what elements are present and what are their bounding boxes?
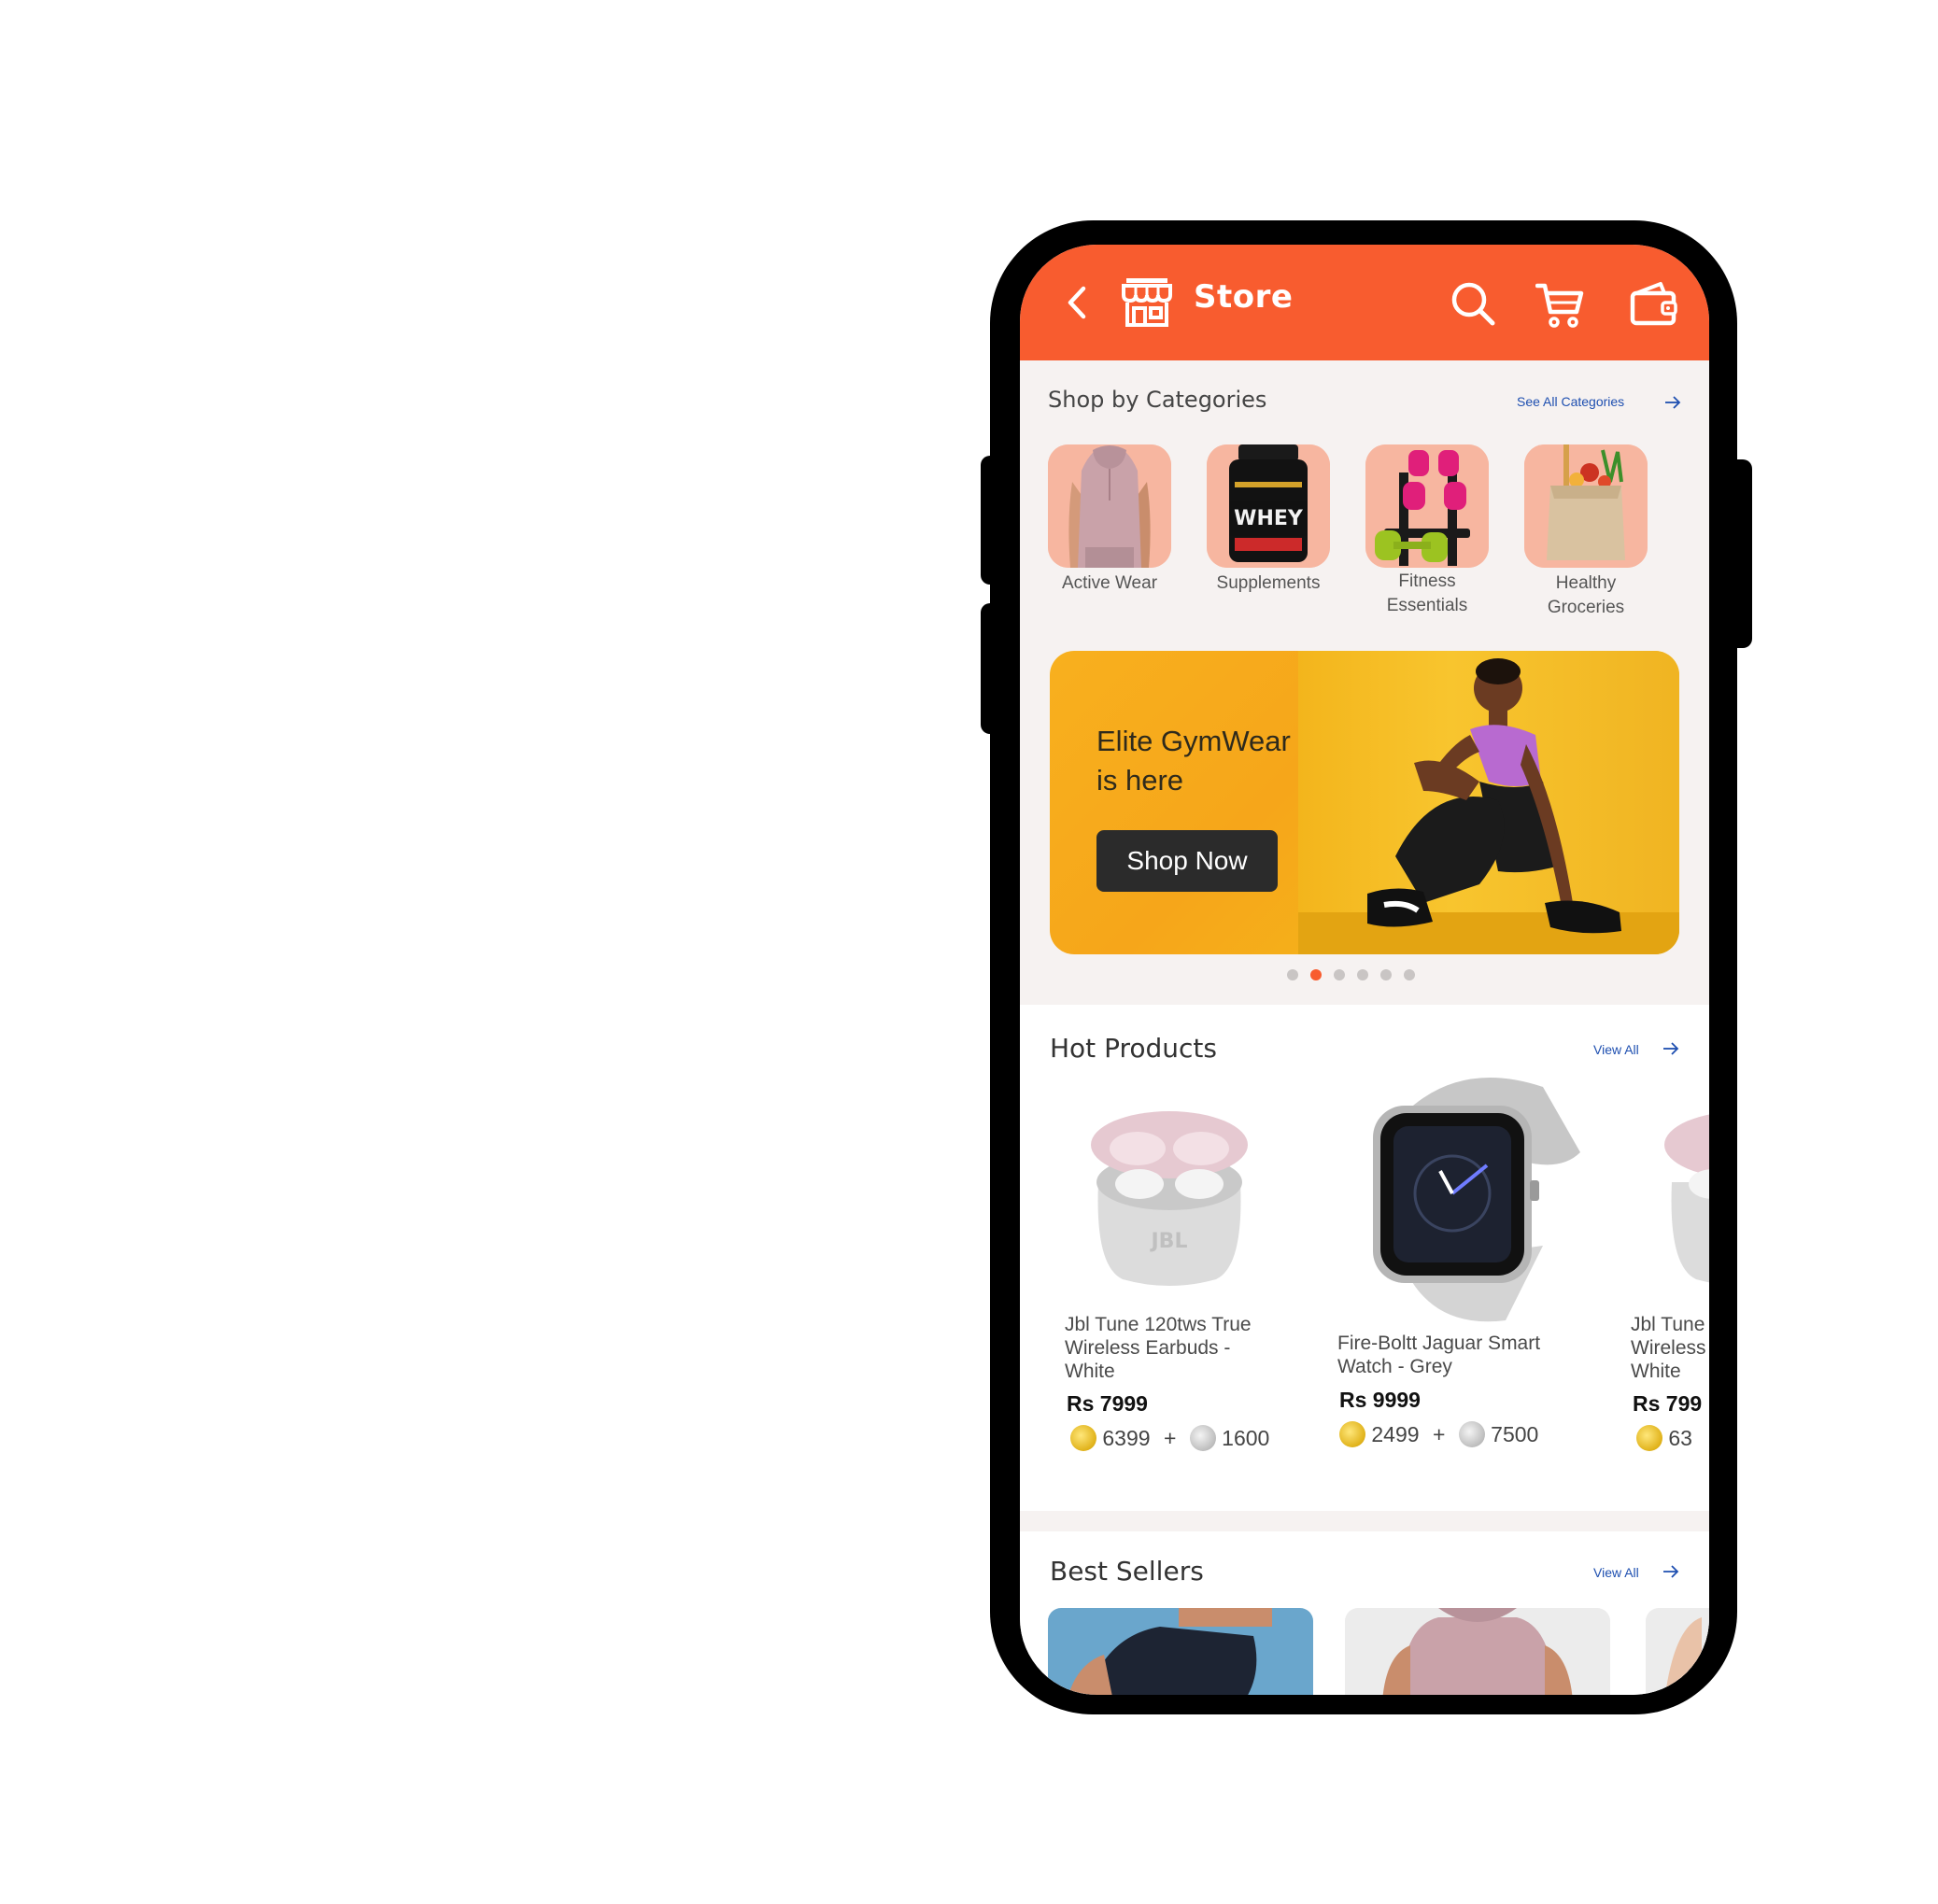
athlete-image	[1367, 658, 1621, 934]
carousel-dot[interactable]	[1334, 969, 1345, 980]
hot-products-section: Hot Products View All JBL Jbl Tune 120tw…	[1020, 1005, 1709, 1511]
shop-now-button[interactable]: Shop Now	[1096, 830, 1278, 892]
product-name-line: Wireless	[1631, 1337, 1706, 1359]
hoodie-image	[1382, 1608, 1573, 1695]
category-active-wear[interactable]	[1048, 444, 1171, 568]
product-card[interactable]: Jbl Tune Wireless White Rs 799 63	[1631, 1079, 1709, 1490]
category-label-line: Supplements	[1216, 573, 1321, 593]
product-price: Rs 799	[1633, 1391, 1703, 1416]
category-label-supplements: Supplements	[1194, 571, 1343, 596]
section-title-categories: Shop by Categories	[1048, 387, 1267, 413]
arrow-right-icon[interactable]	[1662, 1565, 1679, 1578]
earbuds-image: JBL	[1091, 1111, 1248, 1286]
best-seller-card[interactable]	[1048, 1608, 1313, 1695]
cart-icon[interactable]	[1535, 282, 1584, 329]
see-all-categories-link[interactable]: See All Categories	[1517, 394, 1624, 409]
best-seller-card[interactable]	[1646, 1608, 1709, 1695]
leggings-image	[1068, 1608, 1272, 1695]
plus-sign: +	[1163, 1426, 1177, 1450]
banner-headline-line: is here	[1096, 764, 1184, 797]
category-healthy-groceries[interactable]	[1524, 444, 1648, 568]
silver-coin-icon	[1189, 1425, 1216, 1451]
product-name-line: Jbl Tune	[1631, 1314, 1705, 1335]
silver-coin-amount: 1600	[1222, 1426, 1270, 1450]
arrow-right-icon[interactable]	[1664, 396, 1681, 409]
category-label-healthy-groceries: Healthy Groceries	[1511, 571, 1661, 620]
banner-headline: Elite GymWear is here	[1096, 722, 1291, 800]
product-name-line: Jbl Tune 120tws True	[1065, 1314, 1252, 1335]
product-price: Rs 9999	[1339, 1388, 1421, 1412]
product-name: Fire-Boltt Jaguar Smart Watch - Grey	[1337, 1332, 1599, 1378]
category-label-active-wear: Active Wear	[1039, 571, 1181, 596]
product-name: Jbl Tune 120tws True Wireless Earbuds - …	[1065, 1313, 1289, 1383]
product-name-line: Wireless Earbuds -	[1065, 1337, 1231, 1359]
carousel-dot[interactable]	[1287, 969, 1298, 980]
product-card[interactable]: JBL Jbl Tune 120tws True Wireless Earbud…	[1057, 1079, 1281, 1490]
sleeveless-hoodie-image	[1048, 444, 1171, 568]
product-name-line: White	[1065, 1361, 1115, 1382]
best-seller-card[interactable]	[1345, 1608, 1610, 1695]
dumbbells-image	[1365, 444, 1489, 568]
page-title: Store	[1194, 278, 1294, 316]
plus-sign: +	[1432, 1422, 1446, 1446]
earbuds-image	[1664, 1114, 1709, 1283]
gold-coin-amount: 63	[1668, 1426, 1692, 1450]
product-card[interactable]: Fire-Boltt Jaguar Smart Watch - Grey Rs …	[1337, 1078, 1599, 1490]
carousel-dot-active[interactable]	[1310, 969, 1322, 980]
earbuds-brand-label: JBL	[1150, 1230, 1188, 1253]
product-name-line: White	[1631, 1361, 1681, 1382]
whey-protein-tub-image: WHEY	[1207, 444, 1330, 568]
banner-headline-line: Elite GymWear	[1096, 725, 1291, 757]
silver-coin-icon	[1458, 1421, 1485, 1447]
carousel-dot[interactable]	[1404, 969, 1415, 980]
section-title-hot-products: Hot Products	[1050, 1033, 1217, 1064]
gold-coin-icon	[1339, 1421, 1365, 1447]
app-screen: Store Shop by Categories See All Categor…	[1020, 245, 1709, 1695]
view-all-best-sellers-link[interactable]: View All	[1593, 1565, 1639, 1580]
storefront-icon	[1122, 278, 1172, 327]
product-price: Rs 7999	[1067, 1391, 1148, 1416]
product-name: Jbl Tune Wireless White	[1631, 1313, 1709, 1383]
category-label-line: Groceries	[1547, 598, 1625, 617]
grocery-bag-image	[1524, 444, 1648, 568]
category-label-fitness-essentials: Fitness Essentials	[1352, 570, 1502, 618]
category-label-line: Active Wear	[1061, 573, 1158, 593]
gold-coin-amount: 6399	[1102, 1426, 1151, 1450]
arrow-right-icon[interactable]	[1662, 1042, 1679, 1055]
category-supplements[interactable]: WHEY	[1207, 444, 1330, 568]
search-icon[interactable]	[1450, 280, 1496, 327]
gold-coin-icon	[1636, 1425, 1662, 1451]
carousel-dot[interactable]	[1380, 969, 1392, 980]
whey-label: WHEY	[1234, 507, 1304, 530]
coin-price: 2499 + 7500	[1339, 1421, 1538, 1447]
promo-banner[interactable]: Elite GymWear is here Shop Now	[1050, 651, 1679, 954]
view-all-hot-products-link[interactable]: View All	[1593, 1042, 1639, 1057]
category-label-line: Essentials	[1386, 596, 1468, 615]
carousel-dot[interactable]	[1357, 969, 1368, 980]
coin-price: 63	[1636, 1425, 1692, 1451]
silver-coin-amount: 7500	[1491, 1422, 1539, 1446]
category-label-line: Fitness	[1398, 571, 1456, 591]
wallet-icon[interactable]	[1629, 280, 1677, 327]
product-name-line: Watch - Grey	[1337, 1356, 1452, 1377]
chevron-left-icon[interactable]	[1067, 286, 1087, 319]
coin-price: 6399 + 1600	[1070, 1425, 1269, 1451]
category-fitness-essentials[interactable]	[1365, 444, 1489, 568]
model-image	[1664, 1617, 1702, 1695]
product-name-line: Fire-Boltt Jaguar Smart	[1337, 1333, 1541, 1354]
category-label-line: Healthy	[1555, 573, 1617, 593]
gold-coin-icon	[1070, 1425, 1096, 1451]
smartwatch-image	[1373, 1078, 1580, 1322]
section-title-best-sellers: Best Sellers	[1050, 1556, 1204, 1587]
gold-coin-amount: 2499	[1371, 1422, 1420, 1446]
top-app-bar: Store	[1020, 245, 1709, 360]
